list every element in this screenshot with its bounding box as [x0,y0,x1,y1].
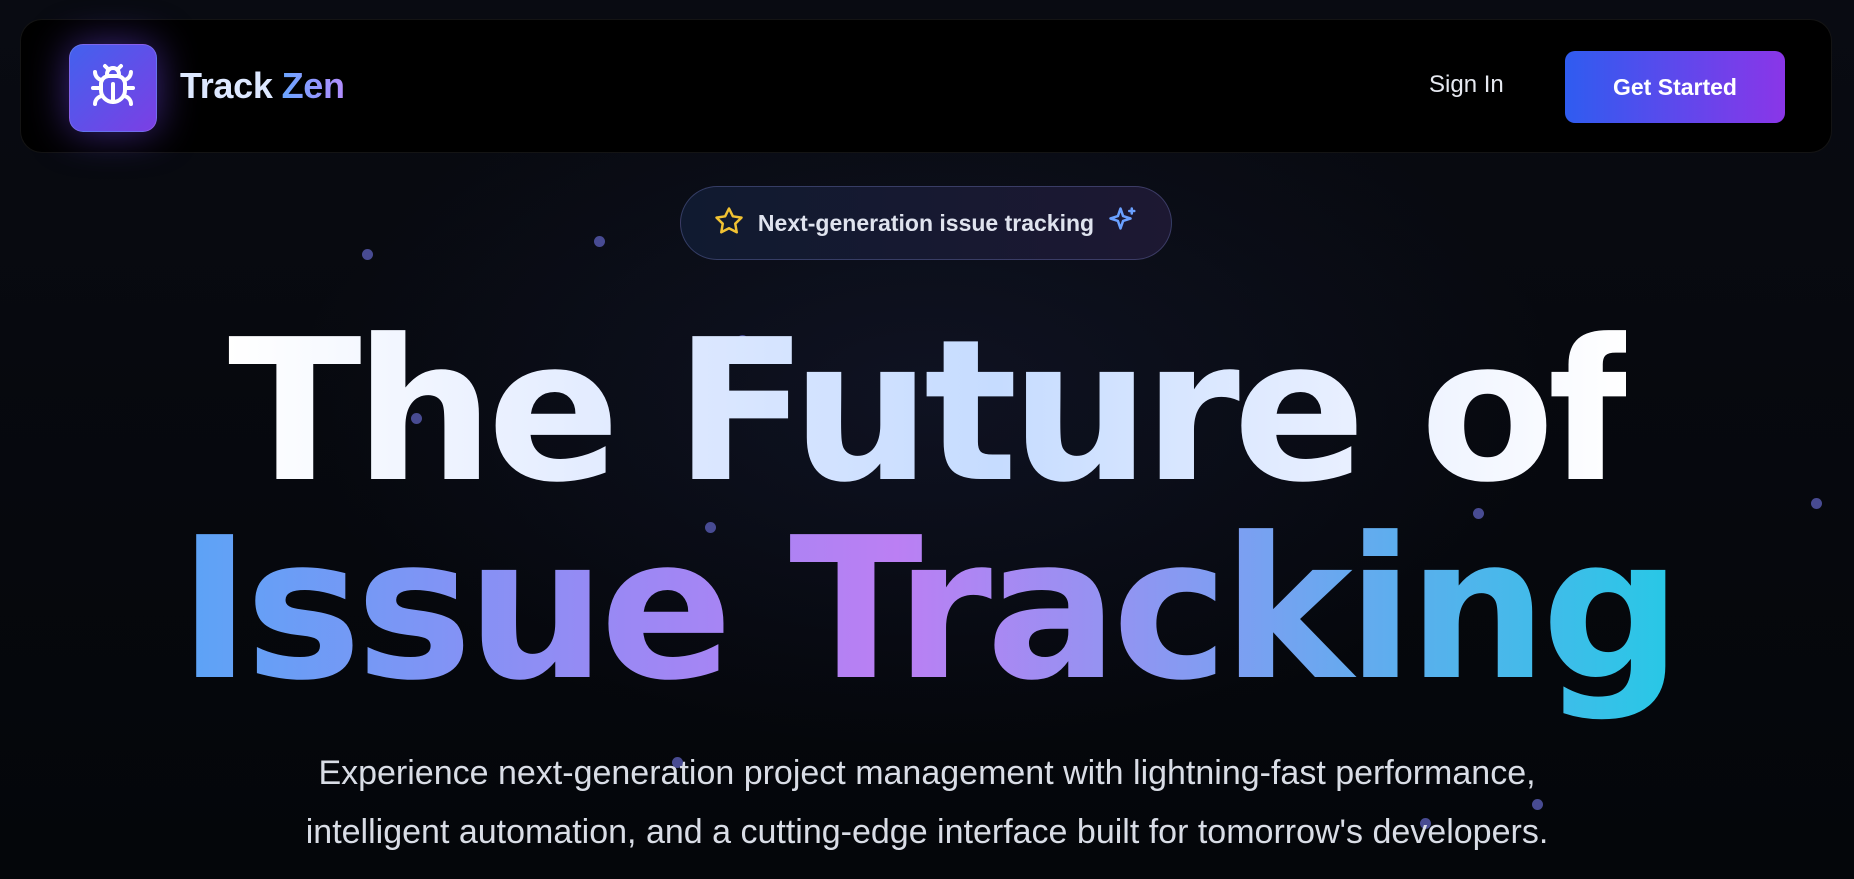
landing-page: Track Zen Sign In Get Started Next-genera… [0,0,1854,879]
hero-title-line1: The Future of [0,312,1854,512]
badge-text: Next-generation issue tracking [757,209,1095,236]
hero-title-line2-text: Issue Tracking [178,496,1682,724]
brand-secondary: Zen [281,65,345,106]
announcement-badge: Next-generation issue tracking [680,186,1172,260]
get-started-button[interactable]: Get Started [1565,51,1785,123]
brand-name[interactable]: Track Zen [180,66,345,106]
particle-dot [594,236,605,247]
sparkles-icon [1108,206,1138,240]
navbar: Track Zen Sign In Get Started [20,19,1832,153]
brand-primary: Track [180,65,273,106]
hero-subtitle-line2: intelligent automation, and a cutting-ed… [305,813,1549,851]
hero-title-line2: Issue Tracking [0,510,1854,710]
star-icon [714,206,744,240]
hero-subtitle-line1: Experience next-generation project manag… [318,754,1536,792]
sign-in-link[interactable]: Sign In [1429,70,1504,100]
get-started-label: Get Started [1613,73,1737,100]
particle-dot [362,249,373,260]
logo[interactable] [69,44,157,132]
hero-title-line1-text: The Future of [227,298,1633,526]
bug-icon [89,62,137,114]
